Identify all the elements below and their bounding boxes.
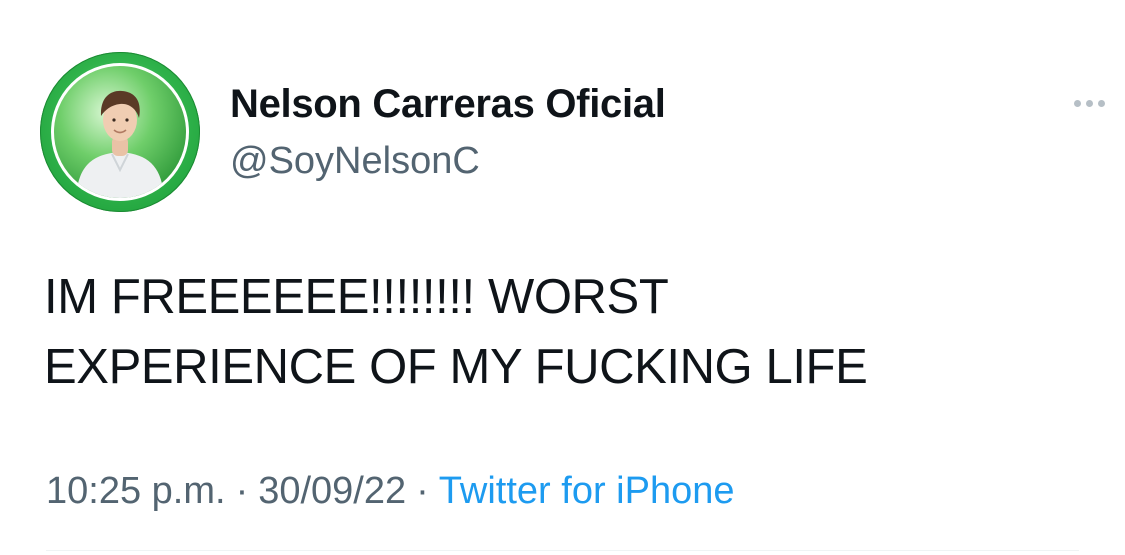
author-display-name[interactable]: Nelson Carreras Oficial bbox=[230, 80, 666, 128]
avatar[interactable] bbox=[40, 52, 200, 212]
divider bbox=[46, 550, 1079, 551]
tweet-meta: 10:25 p.m. · 30/09/22 · Twitter for iPhone bbox=[46, 466, 734, 516]
tweet-time[interactable]: 10:25 p.m. bbox=[46, 470, 226, 512]
meta-separator: · bbox=[235, 470, 249, 512]
tweet-text: IM FREEEEEE!!!!!!!! WORST EXPERIENCE OF … bbox=[44, 262, 1084, 402]
tweet-text-line: IM FREEEEEE!!!!!!!! WORST bbox=[44, 270, 669, 324]
tweet-card: Nelson Carreras Oficial @SoyNelsonC IM F… bbox=[0, 0, 1125, 555]
tweet-date[interactable]: 30/09/22 bbox=[258, 470, 406, 512]
person-figure bbox=[76, 90, 164, 198]
avatar-photo bbox=[51, 63, 189, 201]
meta-separator: · bbox=[416, 470, 429, 512]
tweet-source-link[interactable]: Twitter for iPhone bbox=[439, 470, 735, 512]
tweet-text-line: EXPERIENCE OF MY FUCKING LIFE bbox=[44, 340, 868, 394]
author-handle[interactable]: @SoyNelsonC bbox=[230, 138, 480, 184]
more-horizontal-icon[interactable] bbox=[1068, 88, 1112, 118]
